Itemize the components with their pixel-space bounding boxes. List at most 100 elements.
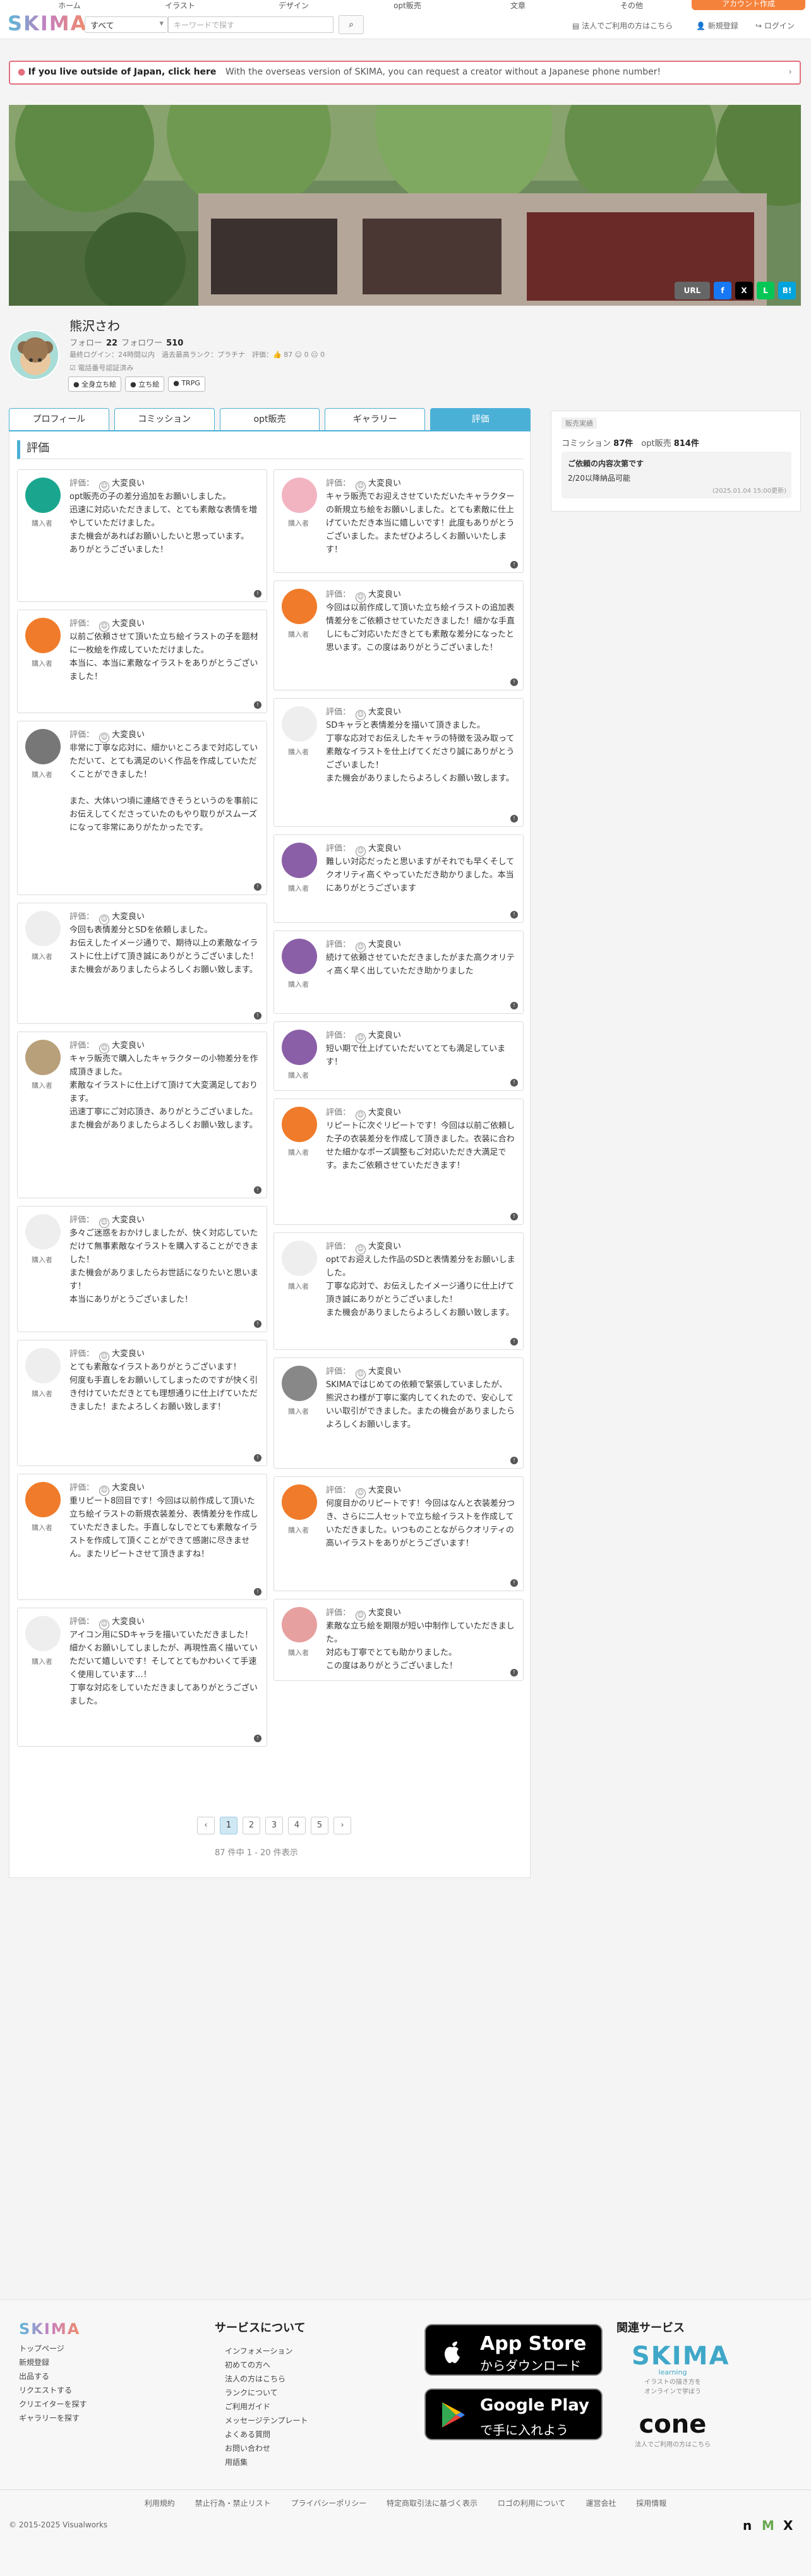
page-3-button[interactable]: 3 xyxy=(265,1817,283,1834)
prev-page-button[interactable]: ‹ xyxy=(197,1817,215,1834)
report-icon[interactable]: ! xyxy=(510,911,518,918)
reviewer-avatar[interactable] xyxy=(25,1482,61,1517)
skima-learning-link[interactable]: SKIMA learning イラストの描き方を オンラインで学ぼう xyxy=(632,2342,728,2395)
report-icon[interactable]: ! xyxy=(510,1338,518,1345)
copy-url-button[interactable]: URL xyxy=(675,282,710,299)
report-icon[interactable]: ! xyxy=(510,1002,518,1009)
footer-link[interactable]: リクエストする xyxy=(19,2383,87,2397)
report-icon[interactable]: ! xyxy=(510,1579,518,1587)
search-input[interactable]: キーワードで探す xyxy=(168,16,333,33)
reviewer-avatar[interactable] xyxy=(282,1241,317,1276)
legal-link[interactable]: 禁止行為・禁止リスト xyxy=(195,2499,271,2508)
reviewer-avatar[interactable] xyxy=(282,706,317,742)
cone-link[interactable]: cone 法人でご利用の方はこちら xyxy=(625,2410,720,2448)
nav-opt[interactable]: opt販売 xyxy=(379,0,436,10)
report-icon[interactable]: ! xyxy=(254,1735,261,1742)
follow-stats[interactable]: フォロー 22 フォロワー 510 xyxy=(69,336,187,348)
reviewer-avatar[interactable] xyxy=(25,1040,61,1075)
overseas-notice[interactable]: ● If you live outside of Japan, click he… xyxy=(9,61,801,85)
service-link[interactable]: 法人の方はこちら xyxy=(225,2372,308,2386)
footer-link[interactable]: 新規登録 xyxy=(19,2356,87,2369)
report-icon[interactable]: ! xyxy=(510,1669,518,1676)
app-store-button[interactable]: App Store からダウンロード xyxy=(424,2324,603,2376)
service-link[interactable]: ランクについて xyxy=(225,2386,308,2400)
tab-opt[interactable]: opt販売 xyxy=(219,408,320,431)
reviewer-avatar[interactable] xyxy=(25,618,61,653)
report-icon[interactable]: ! xyxy=(254,1454,261,1462)
nav-design[interactable]: デザイン xyxy=(265,0,322,10)
x-icon[interactable]: X xyxy=(783,2518,793,2533)
report-icon[interactable]: ! xyxy=(510,678,518,686)
reviewer-avatar[interactable] xyxy=(25,729,61,764)
google-play-button[interactable]: Google Play で手に入れよう xyxy=(424,2388,603,2440)
page-4-button[interactable]: 4 xyxy=(288,1817,306,1834)
next-page-button[interactable]: › xyxy=(333,1817,351,1834)
login-link[interactable]: ↪ ログイン xyxy=(755,20,795,31)
report-icon[interactable]: ! xyxy=(254,1320,261,1328)
service-link[interactable]: インフォメーション xyxy=(225,2344,308,2358)
tab-commission[interactable]: コミッション xyxy=(114,408,215,431)
report-icon[interactable]: ! xyxy=(510,1079,518,1086)
register-link[interactable]: 👤 新規登録 xyxy=(696,20,738,31)
tab-gallery[interactable]: ギャラリー xyxy=(325,408,426,431)
report-icon[interactable]: ! xyxy=(510,1213,518,1220)
service-link[interactable]: 用語集 xyxy=(225,2455,308,2469)
service-link[interactable]: ご利用ガイド xyxy=(225,2400,308,2414)
site-logo[interactable]: SKIMA xyxy=(8,11,87,35)
footer-link[interactable]: クリエイターを探す xyxy=(19,2397,87,2411)
report-icon[interactable]: ! xyxy=(510,561,518,569)
page-2-button[interactable]: 2 xyxy=(243,1817,260,1834)
x-share-button[interactable]: X xyxy=(735,282,753,299)
report-icon[interactable]: ! xyxy=(254,883,261,891)
nav-text[interactable]: 文章 xyxy=(493,0,543,10)
misskey-icon[interactable]: M xyxy=(762,2518,774,2533)
facebook-share-button[interactable]: f xyxy=(714,282,731,299)
service-link[interactable]: お問い合わせ xyxy=(225,2441,308,2455)
reviewer-avatar[interactable] xyxy=(282,1607,317,1642)
service-link[interactable]: メッセージテンプレート xyxy=(225,2414,308,2428)
tag-item[interactable]: ● 立ち絵 xyxy=(125,376,165,392)
footer-link[interactable]: ギャラリーを探す xyxy=(19,2411,87,2425)
legal-link[interactable]: ロゴの利用について xyxy=(498,2499,566,2508)
nav-illust[interactable]: イラスト xyxy=(152,0,208,10)
tag-item[interactable]: ● 全身立ち絵 xyxy=(68,376,122,392)
reviewer-avatar[interactable] xyxy=(282,939,317,974)
report-icon[interactable]: ! xyxy=(254,701,261,709)
hatena-share-button[interactable]: B! xyxy=(778,282,796,299)
service-link[interactable]: 初めての方へ xyxy=(225,2358,308,2372)
search-category-select[interactable]: すべて ▾ xyxy=(85,16,168,33)
line-share-button[interactable]: L xyxy=(757,282,774,299)
page-5-button[interactable]: 5 xyxy=(311,1817,328,1834)
reviewer-avatar[interactable] xyxy=(282,843,317,878)
reviewer-avatar[interactable] xyxy=(25,1616,61,1651)
create-account-button[interactable]: アカウント作成 xyxy=(692,0,805,10)
legal-link[interactable]: プライバシーポリシー xyxy=(291,2499,366,2508)
report-icon[interactable]: ! xyxy=(254,590,261,598)
reviewer-avatar[interactable] xyxy=(25,478,61,513)
report-icon[interactable]: ! xyxy=(510,1457,518,1464)
footer-logo[interactable]: SKIMA xyxy=(19,2320,80,2338)
nav-home[interactable]: ホーム xyxy=(44,0,95,10)
reviewer-avatar[interactable] xyxy=(282,1484,317,1520)
corporate-link[interactable]: ▤ 法人でご利用の方はこちら xyxy=(572,20,673,31)
tag-item[interactable]: ● TRPG xyxy=(168,376,205,392)
nav-other[interactable]: その他 xyxy=(606,0,657,10)
reviewer-avatar[interactable] xyxy=(25,911,61,946)
service-link[interactable]: よくある質問 xyxy=(225,2428,308,2441)
note-icon[interactable]: n xyxy=(743,2518,752,2533)
reviewer-avatar[interactable] xyxy=(282,589,317,624)
footer-link[interactable]: 出品する xyxy=(19,2369,87,2383)
page-1-button[interactable]: 1 xyxy=(220,1817,237,1834)
report-icon[interactable]: ! xyxy=(254,1588,261,1596)
legal-link[interactable]: 採用情報 xyxy=(636,2499,666,2508)
tab-reviews[interactable]: 評価 xyxy=(430,408,531,431)
tab-profile[interactable]: プロフィール xyxy=(9,408,109,431)
reviewer-avatar[interactable] xyxy=(25,1348,61,1383)
legal-link[interactable]: 利用規約 xyxy=(145,2499,175,2508)
footer-link[interactable]: トップページ xyxy=(19,2342,87,2356)
reviewer-avatar[interactable] xyxy=(282,478,317,513)
reviewer-avatar[interactable] xyxy=(282,1107,317,1142)
reviewer-avatar[interactable] xyxy=(282,1366,317,1401)
reviewer-avatar[interactable] xyxy=(282,1030,317,1065)
report-icon[interactable]: ! xyxy=(254,1186,261,1194)
